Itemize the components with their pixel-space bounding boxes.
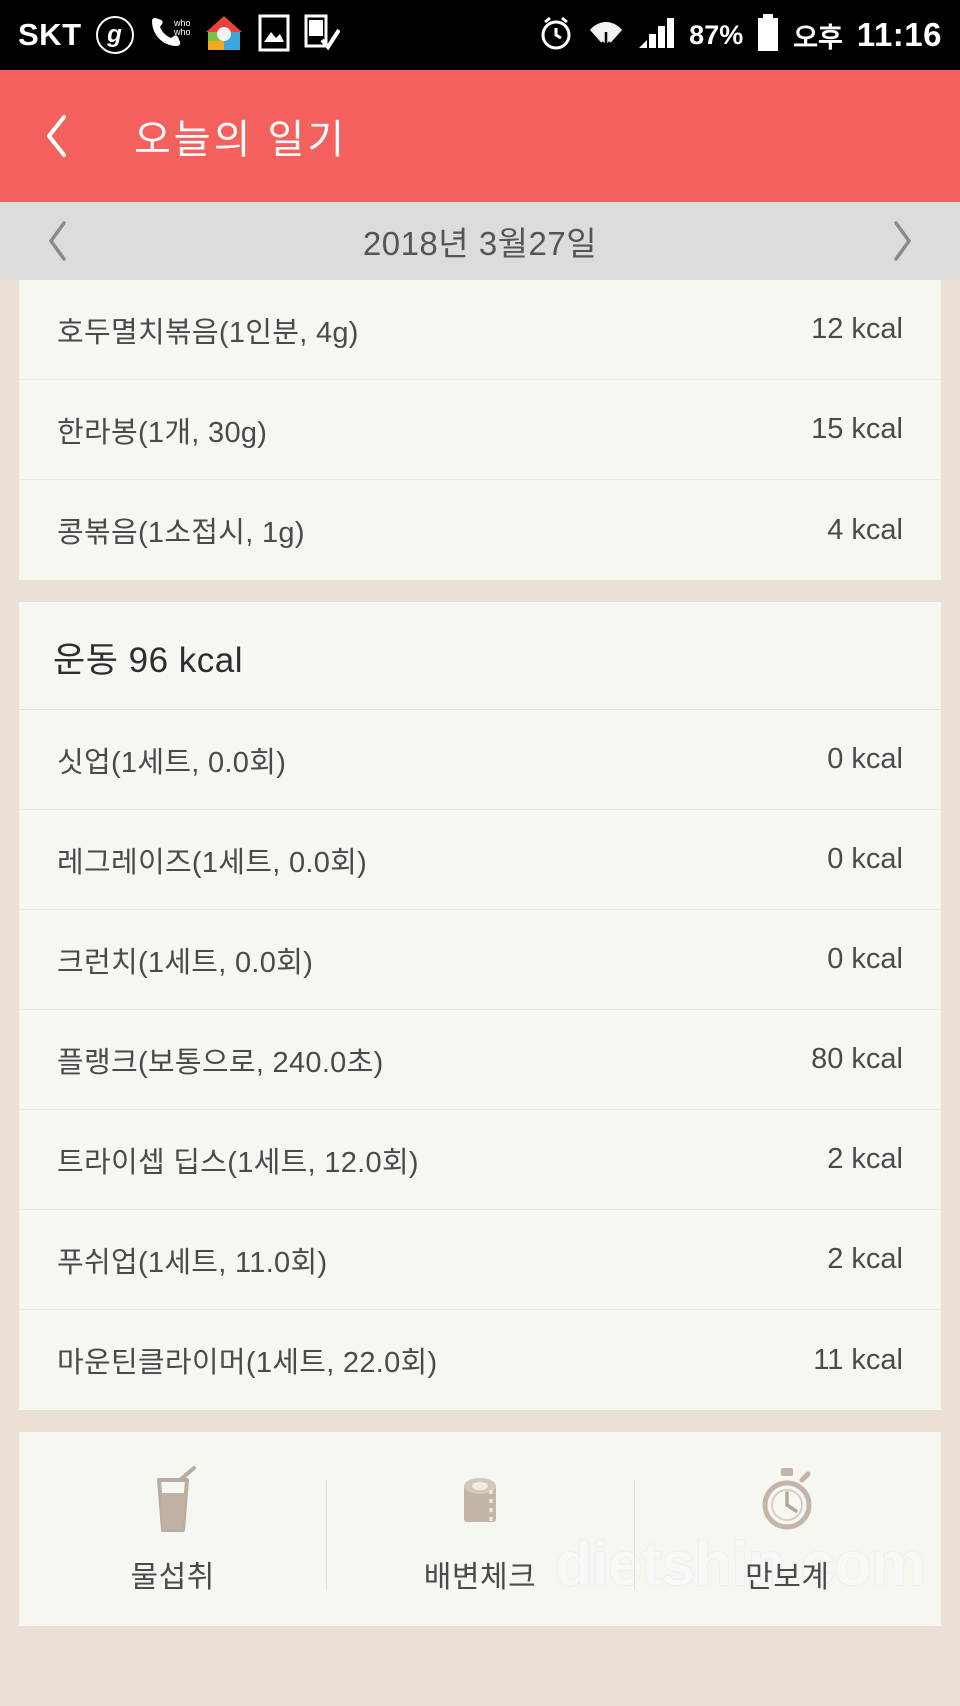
- table-row[interactable]: 호두멸치볶음(1인분, 4g) 12 kcal: [19, 280, 941, 380]
- exercise-name: 트라이셉 딥스(1세트, 12.0회): [57, 1146, 419, 1179]
- exercise-name: 푸쉬업(1세트, 11.0회): [57, 1246, 328, 1279]
- clock-label: 11:16: [856, 16, 942, 53]
- table-row[interactable]: 한라봉(1개, 30g) 15 kcal: [19, 380, 941, 480]
- table-row[interactable]: 싯업(1세트, 0.0회) 0 kcal: [19, 710, 941, 810]
- table-row[interactable]: 레그레이즈(1세트, 0.0회) 0 kcal: [19, 810, 941, 910]
- exercise-section-title: 운동 96 kcal: [19, 602, 941, 710]
- phone-check-icon: [304, 14, 341, 57]
- table-row[interactable]: 콩볶음(1소접시, 1g) 4 kcal: [19, 480, 941, 580]
- date-navigator: 2018년 3월27일: [0, 202, 960, 280]
- quick-action-label: 만보계: [745, 1561, 830, 1594]
- current-date-label: 2018년 3월27일: [362, 225, 598, 262]
- food-card: 호두멸치볶음(1인분, 4g) 12 kcal 한라봉(1개, 30g) 15 …: [18, 280, 942, 581]
- exercise-kcal: 2 kcal: [827, 1243, 903, 1275]
- exercise-name: 마운틴클라이머(1세트, 22.0회): [57, 1347, 438, 1379]
- alarm-icon: [537, 14, 575, 57]
- table-row[interactable]: 크런치(1세트, 0.0회) 0 kcal: [19, 910, 941, 1010]
- next-day-button[interactable]: [880, 219, 924, 263]
- exercise-kcal: 0 kcal: [827, 943, 903, 975]
- table-row[interactable]: 마운틴클라이머(1세트, 22.0회) 11 kcal: [19, 1310, 941, 1410]
- wifi-icon: [587, 14, 625, 57]
- exercise-kcal: 0 kcal: [827, 843, 903, 875]
- diary-scroll-area[interactable]: 호두멸치볶음(1인분, 4g) 12 kcal 한라봉(1개, 30g) 15 …: [0, 280, 960, 1706]
- exercise-name: 레그레이즈(1세트, 0.0회): [57, 846, 368, 879]
- chevron-right-icon: [894, 221, 911, 261]
- quick-action-label: 배변체크: [423, 1561, 537, 1594]
- table-row[interactable]: 트라이셉 딥스(1세트, 12.0회) 2 kcal: [19, 1110, 941, 1210]
- whowho-call-icon: who who: [148, 15, 190, 56]
- previous-day-button[interactable]: [36, 219, 80, 263]
- home-app-icon: [204, 14, 244, 57]
- battery-icon: [755, 13, 781, 58]
- carrier-label: SKT: [18, 17, 82, 52]
- status-bar: SKT g who who 87% 오후 11:16: [0, 0, 960, 70]
- back-button[interactable]: [34, 113, 80, 159]
- exercise-card: 운동 96 kcal 싯업(1세트, 0.0회) 0 kcal 레그레이즈(1세…: [18, 601, 942, 1411]
- exercise-kcal: 11 kcal: [813, 1343, 903, 1376]
- food-kcal: 12 kcal: [811, 313, 903, 345]
- food-kcal: 15 kcal: [811, 413, 903, 445]
- food-name: 호두멸치볶음(1인분, 4g): [57, 316, 359, 349]
- chevron-left-icon: [49, 221, 66, 261]
- signal-icon: [637, 14, 677, 57]
- table-row[interactable]: 플랭크(보통으로, 240.0초) 80 kcal: [19, 1010, 941, 1110]
- am-pm-label: 오후: [793, 22, 843, 53]
- exercise-kcal: 80 kcal: [811, 1043, 903, 1075]
- food-kcal: 4 kcal: [827, 513, 903, 546]
- exercise-kcal: 2 kcal: [827, 1143, 903, 1175]
- quick-action-pedometer[interactable]: 만보계: [633, 1462, 941, 1596]
- carrier-badge-icon: g: [95, 16, 134, 54]
- exercise-name: 플랭크(보통으로, 240.0초): [57, 1046, 384, 1079]
- image-icon: [258, 14, 290, 57]
- quick-action-bar: 물섭취 배변체크 만보계 dietshin.com: [18, 1431, 942, 1627]
- chevron-left-icon: [47, 115, 66, 157]
- water-glass-icon: [144, 1462, 202, 1536]
- quick-action-label: 물섭취: [130, 1561, 215, 1594]
- status-bar-left: SKT g who who: [18, 14, 341, 57]
- svg-text:who: who: [173, 27, 190, 37]
- exercise-name: 싯업(1세트, 0.0회): [57, 746, 287, 779]
- food-name: 콩볶음(1소접시, 1g): [57, 517, 305, 549]
- quick-action-water[interactable]: 물섭취: [19, 1462, 326, 1596]
- exercise-name: 크런치(1세트, 0.0회): [57, 946, 314, 979]
- table-row[interactable]: 푸쉬업(1세트, 11.0회) 2 kcal: [19, 1210, 941, 1310]
- quick-action-bowel[interactable]: 배변체크: [326, 1462, 633, 1596]
- stopwatch-icon: [758, 1462, 816, 1536]
- app-header: 오늘의 일기: [0, 70, 960, 202]
- food-name: 한라봉(1개, 30g): [57, 416, 268, 449]
- page-title: 오늘의 일기: [134, 118, 348, 162]
- toilet-roll-icon: [451, 1462, 509, 1536]
- exercise-kcal: 0 kcal: [827, 743, 903, 775]
- battery-percent-label: 87%: [689, 19, 744, 50]
- status-bar-right: 87% 오후 11:16: [537, 13, 942, 58]
